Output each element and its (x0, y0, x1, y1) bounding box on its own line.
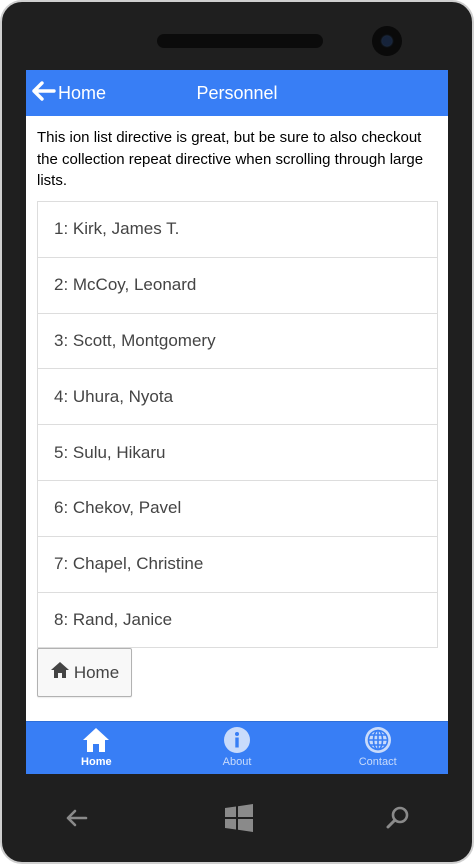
back-arrow-icon[interactable] (59, 800, 95, 836)
personnel-list: 1: Kirk, James T. 2: McCoy, Leonard 3: S… (37, 201, 438, 649)
list-item[interactable]: 7: Chapel, Christine (37, 536, 438, 593)
home-button[interactable]: Home (37, 648, 132, 697)
list-item[interactable]: 4: Uhura, Nyota (37, 369, 438, 426)
app-screen: Home Personnel This ion list directive i… (26, 70, 448, 774)
device-nav-bar (2, 792, 474, 842)
list-item[interactable]: 2: McCoy, Leonard (37, 257, 438, 314)
tab-label: Home (81, 756, 112, 768)
home-icon (50, 661, 70, 684)
list-item[interactable]: 5: Sulu, Hikaru (37, 425, 438, 481)
search-icon[interactable] (380, 800, 416, 836)
info-icon (223, 726, 251, 754)
camera-icon (372, 26, 402, 56)
windows-logo-icon[interactable] (221, 800, 257, 836)
tab-label: About (222, 756, 252, 768)
page-title: Personnel (196, 83, 278, 103)
speaker-grille (157, 34, 323, 48)
list-item[interactable]: 3: Scott, Montgomery (37, 313, 438, 370)
tab-home[interactable]: Home (26, 722, 167, 774)
tab-about[interactable]: About (167, 722, 308, 774)
list-item[interactable]: 1: Kirk, James T. (37, 202, 438, 258)
intro-text: This ion list directive is great, but be… (37, 129, 424, 189)
home-icon (82, 726, 110, 754)
nav-header: Home Personnel (26, 70, 448, 116)
phone-frame: Home Personnel This ion list directive i… (0, 0, 474, 864)
tab-contact[interactable]: Contact (307, 722, 448, 774)
tab-label: Contact (358, 756, 397, 768)
globe-icon (364, 726, 392, 754)
tab-bar: Home About Contact (26, 721, 448, 774)
home-button-label: Home (73, 662, 120, 682)
list-item[interactable]: 6: Chekov, Pavel (37, 480, 438, 537)
list-item[interactable]: 8: Rand, Janice (37, 592, 438, 649)
